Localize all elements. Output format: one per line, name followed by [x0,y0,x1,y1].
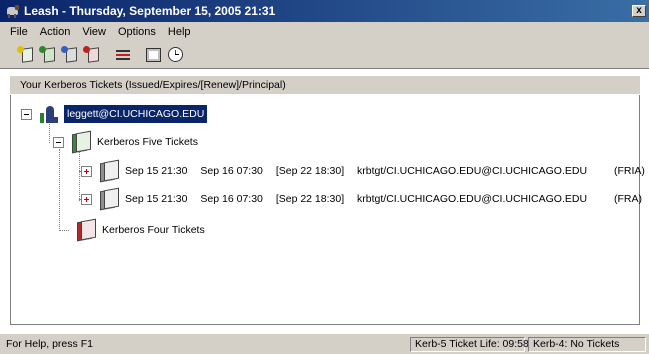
tickets-column-header: Your Kerberos Tickets (Issued/Expires/[R… [10,76,640,94]
expand-ticket-toggle[interactable] [81,193,92,205]
tree-node-krb5[interactable]: Kerberos Five Tickets [53,130,198,154]
ticket-issued: Sep 15 21:30 [125,193,188,205]
ticket-flags: (FRIA) [613,165,645,177]
ticket-row[interactable]: Sep 15 21:30 Sep 16 07:30 [Sep 22 18:30]… [81,159,645,183]
tree-node-krb4[interactable]: Kerberos Four Tickets [69,218,205,242]
ticket-principal: krbtgt/CI.UCHICAGO.EDU@CI.UCHICAGO.EDU [357,193,588,205]
user-icon [38,103,60,125]
expand-ticket-toggle[interactable] [81,165,92,177]
change-password-icon [115,48,131,62]
renew-ticket-icon [39,45,56,63]
collapse-principal-toggle[interactable] [21,108,32,120]
destroy-ticket-icon [83,45,100,63]
menu-bar: File Action View Options Help [0,22,649,41]
clock-icon [167,47,183,62]
collapse-krb5-toggle[interactable] [53,136,64,148]
debug-window-icon [145,47,161,62]
menu-action[interactable]: Action [34,26,77,38]
menu-options[interactable]: Options [112,26,162,38]
krb5-label: Kerberos Five Tickets [97,136,198,148]
window-title: Leash - Thursday, September 15, 2005 21:… [24,4,276,18]
ticket-expires: Sep 16 07:30 [200,193,263,205]
menu-help[interactable]: Help [162,26,197,38]
ticket-renew: [Sep 22 18:30] [275,193,345,205]
ticket-flags: (FRA) [613,193,642,205]
krb4-status: Kerb-4: No Tickets [528,336,646,352]
menu-file[interactable]: File [4,26,34,38]
tree-node-principal[interactable]: leggett@CI.UCHICAGO.EDU [21,103,208,125]
import-ticket-icon [61,45,78,63]
ticket-principal: krbtgt/CI.UCHICAGO.EDU@CI.UCHICAGO.EDU [357,165,588,177]
import-ticket-button[interactable] [60,44,82,66]
krb4-tickets-icon [74,218,98,242]
krb4-label: Kerberos Four Tickets [102,224,205,236]
change-password-button[interactable] [112,44,134,66]
ticket-icon [97,187,121,211]
title-bar: Leash - Thursday, September 15, 2005 21:… [0,0,649,22]
close-button[interactable]: x [632,5,646,17]
ticket-tree[interactable]: leggett@CI.UCHICAGO.EDU Kerberos Five Ti… [10,95,645,325]
menu-view[interactable]: View [76,26,112,38]
debug-window-button[interactable] [142,44,164,66]
principal-label: leggett@CI.UCHICAGO.EDU [64,105,208,123]
status-help-text: For Help, press F1 [6,338,93,350]
get-ticket-icon [17,45,34,63]
ticket-icon [97,159,121,183]
krb5-tickets-icon [69,130,93,154]
ticket-row[interactable]: Sep 15 21:30 Sep 16 07:30 [Sep 22 18:30]… [81,187,642,211]
toolbar [0,41,649,69]
ticket-issued: Sep 15 21:30 [125,165,188,177]
destroy-ticket-button[interactable] [82,44,104,66]
ticket-expires: Sep 16 07:30 [200,165,263,177]
sync-time-button[interactable] [164,44,186,66]
status-bar: For Help, press F1 Kerb-5 Ticket Life: 0… [0,334,649,354]
krb5-ticket-life: Kerb-5 Ticket Life: 09:58 [410,336,529,352]
leash-dog-icon[interactable] [5,3,21,19]
ticket-renew: [Sep 22 18:30] [275,165,345,177]
get-ticket-button[interactable] [16,44,38,66]
renew-ticket-button[interactable] [38,44,60,66]
